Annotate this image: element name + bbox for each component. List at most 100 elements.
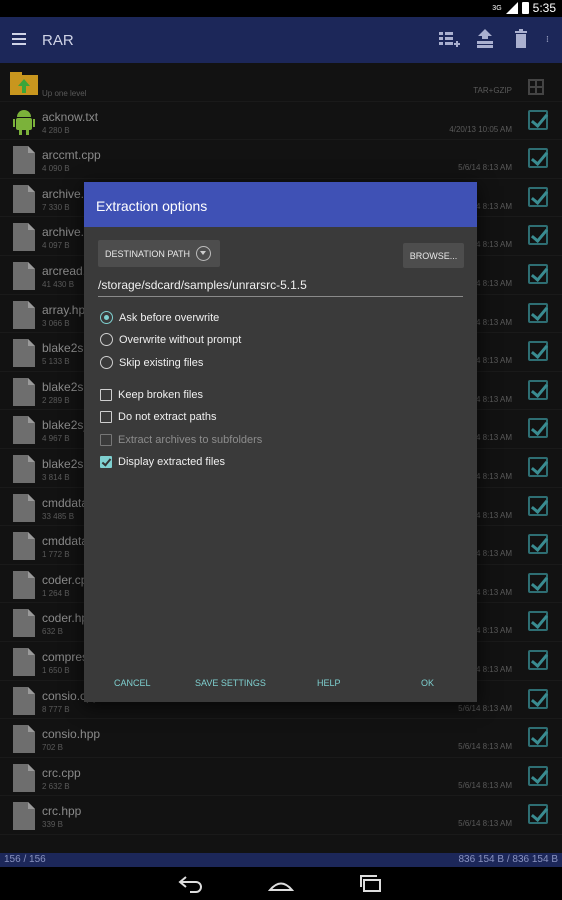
checkbox-unchecked-icon [100,389,112,401]
help-button[interactable]: HELP [317,678,341,688]
up-one-level-row[interactable]: Up one level TAR+GZIP [0,63,562,102]
home-icon[interactable] [268,873,294,893]
file-name: consio.hpp [42,727,101,742]
file-checkbox[interactable] [528,418,548,439]
file-size: 4 090 B [42,164,70,174]
extract-icon[interactable] [474,28,496,50]
file-checkbox[interactable] [528,457,548,477]
file-row[interactable]: crc.cpp 2 632 B 5/6/14 8:13 AM [0,758,562,797]
menu-icon[interactable] [12,33,26,45]
radio-unchecked-icon [100,333,113,346]
save-settings-button[interactable]: SAVE SETTINGS [195,678,266,688]
file-icon [13,184,35,213]
file-size: 3 814 B [42,473,70,482]
file-name: arccmt.cpp [42,148,101,163]
file-size: 4 097 B [42,241,70,251]
file-checkbox[interactable] [528,804,548,825]
delete-icon[interactable] [510,28,532,50]
back-icon[interactable] [178,873,204,893]
file-icon [13,493,35,522]
destination-path-input[interactable]: /storage/sdcard/samples/unrarsrc-5.1.5 [98,275,463,297]
file-checkbox[interactable] [528,109,548,130]
file-row[interactable]: crc.hpp 339 B 5/6/14 8:13 AM [0,796,562,835]
checkbox-label: Display extracted files [118,456,225,468]
radio-unchecked-icon [100,356,113,369]
file-checkbox[interactable] [528,727,548,748]
file-size: 702 B [42,743,63,753]
navigation-bar [0,867,562,900]
browse-button[interactable]: BROWSE... [403,243,464,268]
destination-path-button[interactable]: DESTINATION PATH [98,240,220,267]
file-icon [13,725,35,754]
file-size: 8 777 B [42,704,70,714]
checkbox-do-not-extract-paths[interactable]: Do not extract paths [100,411,216,423]
archive-type-label: TAR+GZIP [473,86,512,95]
android-icon [13,109,35,135]
checkbox-unchecked-icon [100,411,112,423]
file-checkbox[interactable] [528,495,548,516]
file-name: crc.hpp [42,804,82,819]
checkbox-disabled-icon [100,434,112,446]
dropdown-icon [196,246,211,261]
file-date: 5/6/14 8:13 AM [458,819,512,829]
file-size: 5 133 B [42,357,70,367]
app-title: RAR [42,32,74,49]
file-checkbox[interactable] [528,650,548,670]
status-bar: 3G 5:35 [0,0,562,17]
battery-icon [521,2,529,14]
radio-skip-existing-files[interactable]: Skip existing files [100,356,203,369]
status-time: 5:35 [532,1,556,15]
file-checkbox[interactable] [528,264,548,284]
file-checkbox[interactable] [528,572,548,593]
file-row[interactable]: acknow.txt 4 280 B 4/20/13 10:05 AM [0,102,562,141]
file-size: 41 430 B [42,280,75,289]
file-size: 3 066 B [42,318,70,328]
destination-path-label: DESTINATION PATH [105,249,191,259]
file-name: acknow.txt [42,109,99,124]
file-checkbox[interactable] [528,765,548,786]
file-icon [13,532,35,561]
file-row[interactable]: arccmt.cpp 4 090 B 5/6/14 8:13 AM [0,140,562,179]
recents-icon[interactable] [358,873,384,893]
grid-view-icon[interactable] [528,79,544,95]
file-size: 2 632 B [42,781,70,791]
file-date: 5/6/14 8:13 AM [458,742,512,752]
checkbox-display-extracted-files[interactable]: Display extracted files [100,456,225,468]
checkbox-checked-icon [100,456,112,468]
file-checkbox[interactable] [528,379,548,400]
total-size: 836 154 B / 836 154 B [458,854,558,865]
file-checkbox[interactable] [528,225,548,246]
file-icon [13,648,35,676]
file-checkbox[interactable] [528,148,548,169]
add-to-archive-icon[interactable] [438,28,460,50]
status-footer: 156 / 156 836 154 B / 836 154 B [0,853,562,867]
file-checkbox[interactable] [528,341,548,362]
cancel-button[interactable]: CANCEL [114,678,151,688]
up-one-level-label: Up one level [42,89,87,98]
radio-ask-before-overwrite[interactable]: Ask before overwrite [100,311,219,324]
file-icon [13,339,35,368]
ok-button[interactable]: OK [421,678,434,688]
file-icon [13,802,35,831]
overflow-menu-icon[interactable] [546,28,554,50]
file-icon [13,763,35,792]
file-icon [13,146,35,175]
radio-checked-icon [100,311,113,324]
file-size: 1 650 B [42,666,70,675]
file-size: 4 967 B [42,434,70,444]
checkbox-label: Extract archives to subfolders [118,434,263,446]
file-size: 1 264 B [42,588,70,598]
file-checkbox[interactable] [528,302,548,323]
radio-overwrite-without-prompt[interactable]: Overwrite without prompt [100,333,241,346]
file-checkbox[interactable] [528,611,548,632]
file-row[interactable]: consio.hpp 702 B 5/6/14 8:13 AM [0,719,562,758]
network-label: 3G [492,4,502,12]
checkbox-keep-broken-files[interactable]: Keep broken files [100,389,203,401]
file-checkbox[interactable] [528,534,548,555]
file-checkbox[interactable] [528,186,548,207]
radio-label: Skip existing files [119,356,204,369]
file-date: 5/6/14 8:13 AM [458,703,512,713]
file-size: 1 772 B [42,550,70,560]
file-checkbox[interactable] [528,688,548,709]
file-size: 4 280 B [42,125,70,135]
